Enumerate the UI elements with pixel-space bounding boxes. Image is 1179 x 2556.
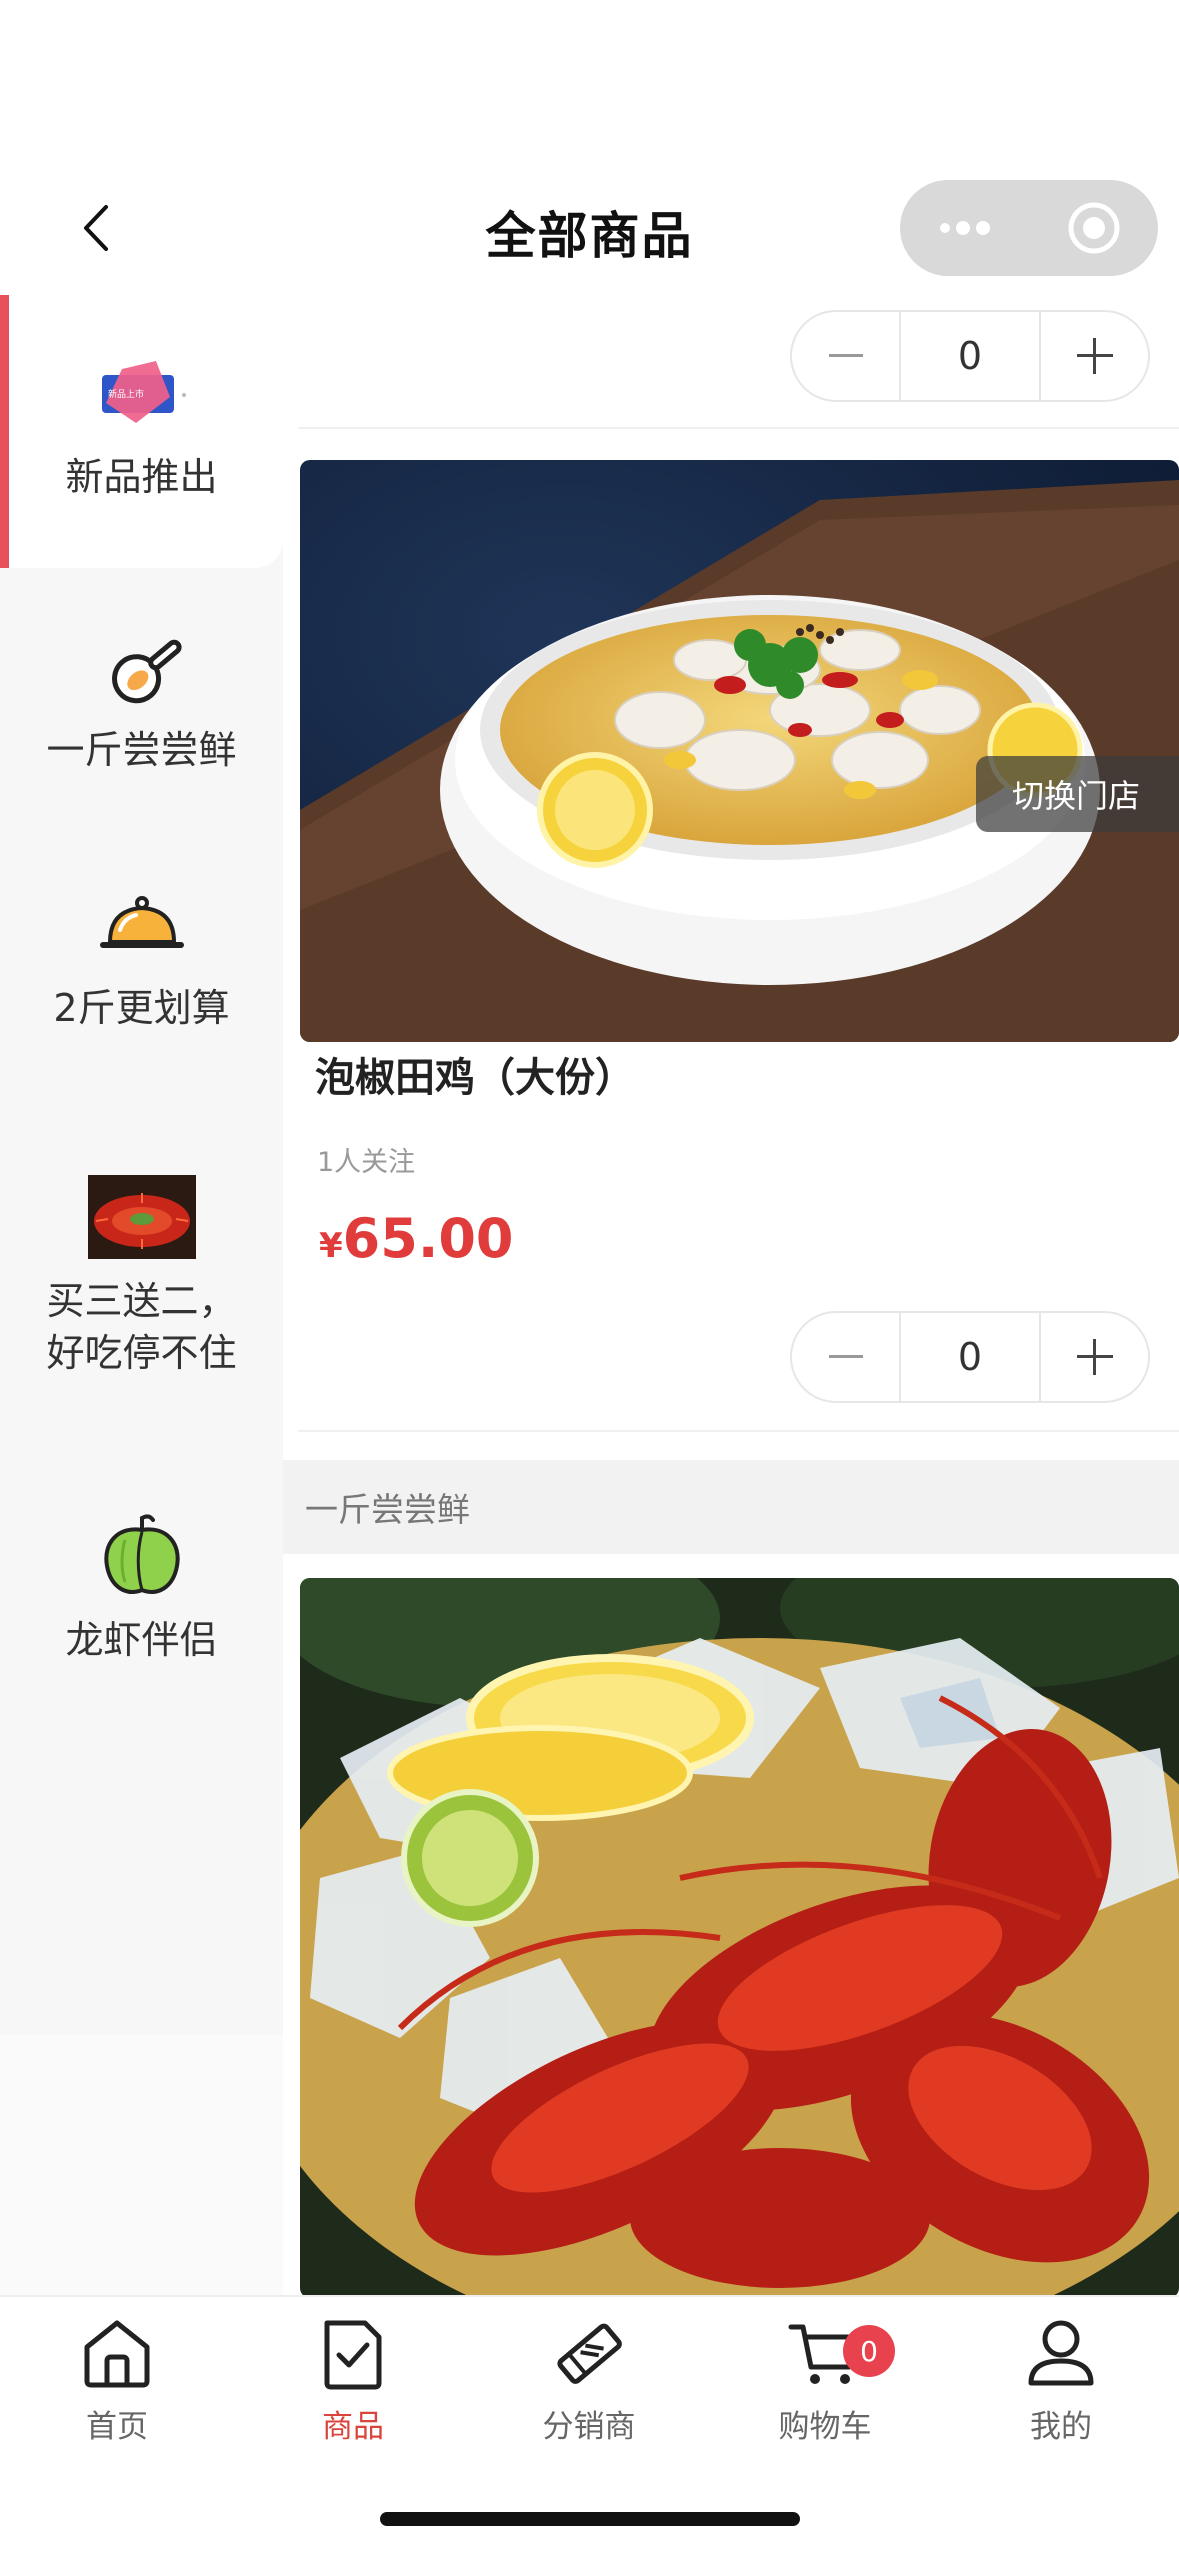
product-photo [300, 460, 1179, 1042]
minus-icon [828, 1355, 863, 1358]
new-product-badge-icon: 新品上市 [92, 357, 192, 427]
product-image[interactable] [300, 460, 1179, 1042]
more-dot-icon [955, 221, 970, 235]
product-photo [300, 1578, 1179, 2295]
home-indicator [380, 2512, 800, 2526]
tab-label: 我的 [1030, 2409, 1092, 2445]
user-icon [1028, 2320, 1094, 2386]
tab-label: 购物车 [778, 2409, 872, 2445]
sidebar-item-label: 龙虾伴侣 [65, 1618, 218, 1662]
quantity-value[interactable]: 0 [899, 1313, 1041, 1401]
tab-home[interactable]: 首页 [17, 2315, 217, 2446]
sidebar-item-label: 新品推出 [65, 455, 218, 499]
tab-label: 商品 [322, 2409, 384, 2445]
frying-pan-icon [97, 620, 187, 710]
product-name[interactable]: 泡椒田鸡（大份） [315, 1045, 635, 1103]
tab-cart[interactable]: 0 购物车 [725, 2315, 925, 2446]
sidebar-item-two-jin[interactable]: 2斤更划算 [0, 890, 283, 1090]
product-image[interactable] [300, 1578, 1179, 2295]
quantity-stepper: 0 [790, 1311, 1150, 1403]
sidebar-item-buy-three-get-two[interactable]: 买三送二， 好吃停不住 [0, 1175, 283, 1455]
decrease-button[interactable] [792, 312, 899, 400]
sidebar-item-one-jin[interactable]: 一斤尝尝鲜 [0, 620, 283, 820]
increase-button[interactable] [1041, 1313, 1148, 1401]
target-icon [1068, 202, 1119, 254]
navbar: 全部商品 [0, 0, 1179, 295]
plus-icon [1076, 338, 1113, 374]
home-icon [84, 2320, 150, 2388]
divider [298, 1430, 1179, 1432]
bell-pepper-icon [97, 1510, 187, 1600]
sidebar-item-label: 一斤尝尝鲜 [46, 728, 237, 772]
tab-profile[interactable]: 我的 [961, 2315, 1161, 2446]
product-follow-count: 1人关注 [317, 1147, 416, 1178]
handshake-icon [557, 2323, 622, 2384]
category-sidebar: 新品上市 新品推出 一斤尝尝鲜 2斤更划算 买三送二， 好吃停不住 龙虾伴侣 [0, 295, 283, 2556]
sidebar-item-lobster-companion[interactable]: 龙虾伴侣 [0, 1510, 283, 1710]
minus-icon [828, 354, 863, 357]
product-price: ¥65.00 [319, 1207, 513, 1270]
sidebar-item-label: 2斤更划算 [53, 986, 230, 1030]
decrease-button[interactable] [792, 1313, 899, 1401]
goods-icon [324, 2320, 382, 2390]
sidebar-item-new-products[interactable]: 新品上市 新品推出 [0, 295, 283, 568]
increase-button[interactable] [1041, 312, 1148, 400]
more-dot-icon [975, 221, 990, 235]
crayfish-thumbnail-icon [87, 1175, 196, 1259]
sidebar-item-label-line1: 买三送二， [46, 1279, 237, 1323]
divider [298, 427, 1179, 429]
tab-goods[interactable]: 商品 [253, 2315, 453, 2446]
sidebar-item-label-line2: 好吃停不住 [46, 1331, 237, 1376]
switch-store-button[interactable]: 切换门店 [976, 756, 1179, 832]
tab-label: 首页 [86, 2409, 148, 2445]
miniprogram-capsule [900, 180, 1158, 276]
more-button[interactable] [900, 180, 1029, 276]
quantity-stepper: 0 [790, 310, 1150, 402]
price-currency: ¥ [319, 1226, 343, 1266]
product-list: 0 泡椒田鸡（大份） 1人关注 ¥65.00 0 一斤尝尝鲜 [283, 295, 1179, 2295]
sidebar-item-label: 买三送二， 好吃停不住 [46, 1275, 236, 1380]
tab-label: 分销商 [542, 2409, 636, 2445]
cart-badge: 0 [843, 2325, 895, 2377]
quantity-value[interactable]: 0 [899, 312, 1041, 400]
price-value: 65.00 [342, 1207, 514, 1270]
svg-text:新品上市: 新品上市 [108, 388, 144, 400]
active-indicator [0, 295, 9, 568]
section-header: 一斤尝尝鲜 [283, 1460, 1179, 1554]
tab-distributor[interactable]: 分销商 [489, 2315, 689, 2446]
plus-icon [1076, 1339, 1113, 1375]
more-dot-icon [939, 223, 950, 233]
cloche-icon [94, 890, 190, 960]
close-miniprogram-button[interactable] [1029, 180, 1158, 276]
